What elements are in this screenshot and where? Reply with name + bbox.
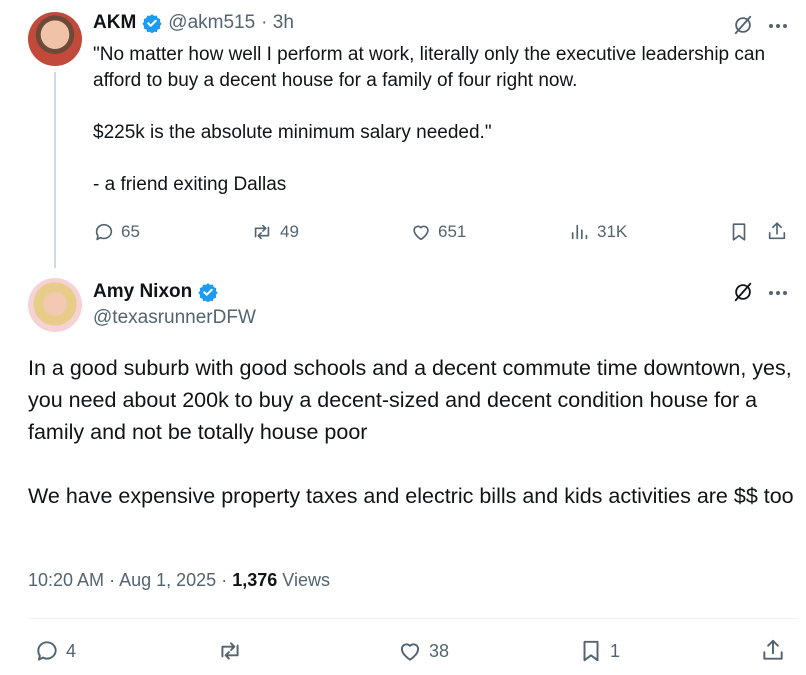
like-count: 651 — [438, 222, 467, 241]
tweet-time[interactable]: · 3h — [261, 12, 294, 34]
repost-button[interactable] — [216, 638, 244, 664]
verified-badge-icon — [198, 282, 218, 302]
bookmark-button[interactable]: 1 — [578, 638, 620, 664]
views-label: Views — [282, 570, 330, 590]
reply-count: 65 — [121, 222, 140, 241]
bookmark-icon[interactable] — [728, 221, 750, 243]
grok-icon[interactable] — [732, 281, 754, 303]
tweet-text: In a good suburb with good schools and a… — [28, 356, 794, 508]
tweet-date[interactable]: Aug 1, 2025 — [119, 570, 216, 590]
tweet-header: Amy Nixon — [93, 281, 218, 303]
tweet-metadata: 10:20 AM · Aug 1, 2025 · 1,376 Views — [28, 570, 330, 590]
reply-button[interactable]: 65 — [93, 221, 140, 243]
repost-icon — [250, 221, 274, 243]
like-button[interactable]: 651 — [410, 221, 466, 243]
repost-button[interactable]: 49 — [250, 221, 299, 243]
reply-icon — [34, 638, 60, 664]
author-handle[interactable]: @texasrunnerDFW — [93, 307, 256, 329]
author-name[interactable]: AKM — [93, 12, 136, 34]
repost-icon — [216, 638, 244, 664]
verified-badge-icon — [142, 13, 162, 33]
bookmark-icon — [578, 638, 604, 664]
repost-count: 49 — [280, 222, 299, 241]
reply-icon — [93, 221, 115, 243]
avatar[interactable] — [28, 12, 82, 66]
tweet-text: "No matter how well I perform at work, l… — [93, 44, 766, 195]
author-handle[interactable]: @akm515 — [168, 12, 255, 34]
heart-icon — [410, 221, 432, 243]
tweet-time[interactable]: 10:20 AM — [28, 570, 104, 590]
reply-button[interactable]: 4 — [34, 638, 76, 664]
share-icon[interactable] — [760, 637, 786, 663]
grok-icon[interactable] — [732, 14, 754, 36]
heart-icon — [397, 638, 423, 664]
like-button[interactable]: 38 — [397, 638, 449, 664]
author-name[interactable]: Amy Nixon — [93, 281, 192, 303]
reply-count: 4 — [66, 640, 77, 661]
bookmark-count: 1 — [610, 640, 621, 661]
like-count: 38 — [429, 640, 450, 661]
share-icon[interactable] — [766, 220, 788, 242]
divider — [28, 618, 798, 619]
views-button[interactable]: 31K — [569, 221, 627, 243]
thread-line — [54, 72, 56, 268]
tweet-header: AKM @akm515 · 3h — [93, 12, 294, 34]
analytics-icon — [569, 221, 591, 243]
more-icon[interactable] — [768, 16, 788, 36]
view-count: 31K — [597, 222, 628, 241]
avatar[interactable] — [28, 278, 82, 332]
more-icon[interactable] — [768, 283, 788, 303]
view-count: 1,376 — [232, 570, 278, 590]
